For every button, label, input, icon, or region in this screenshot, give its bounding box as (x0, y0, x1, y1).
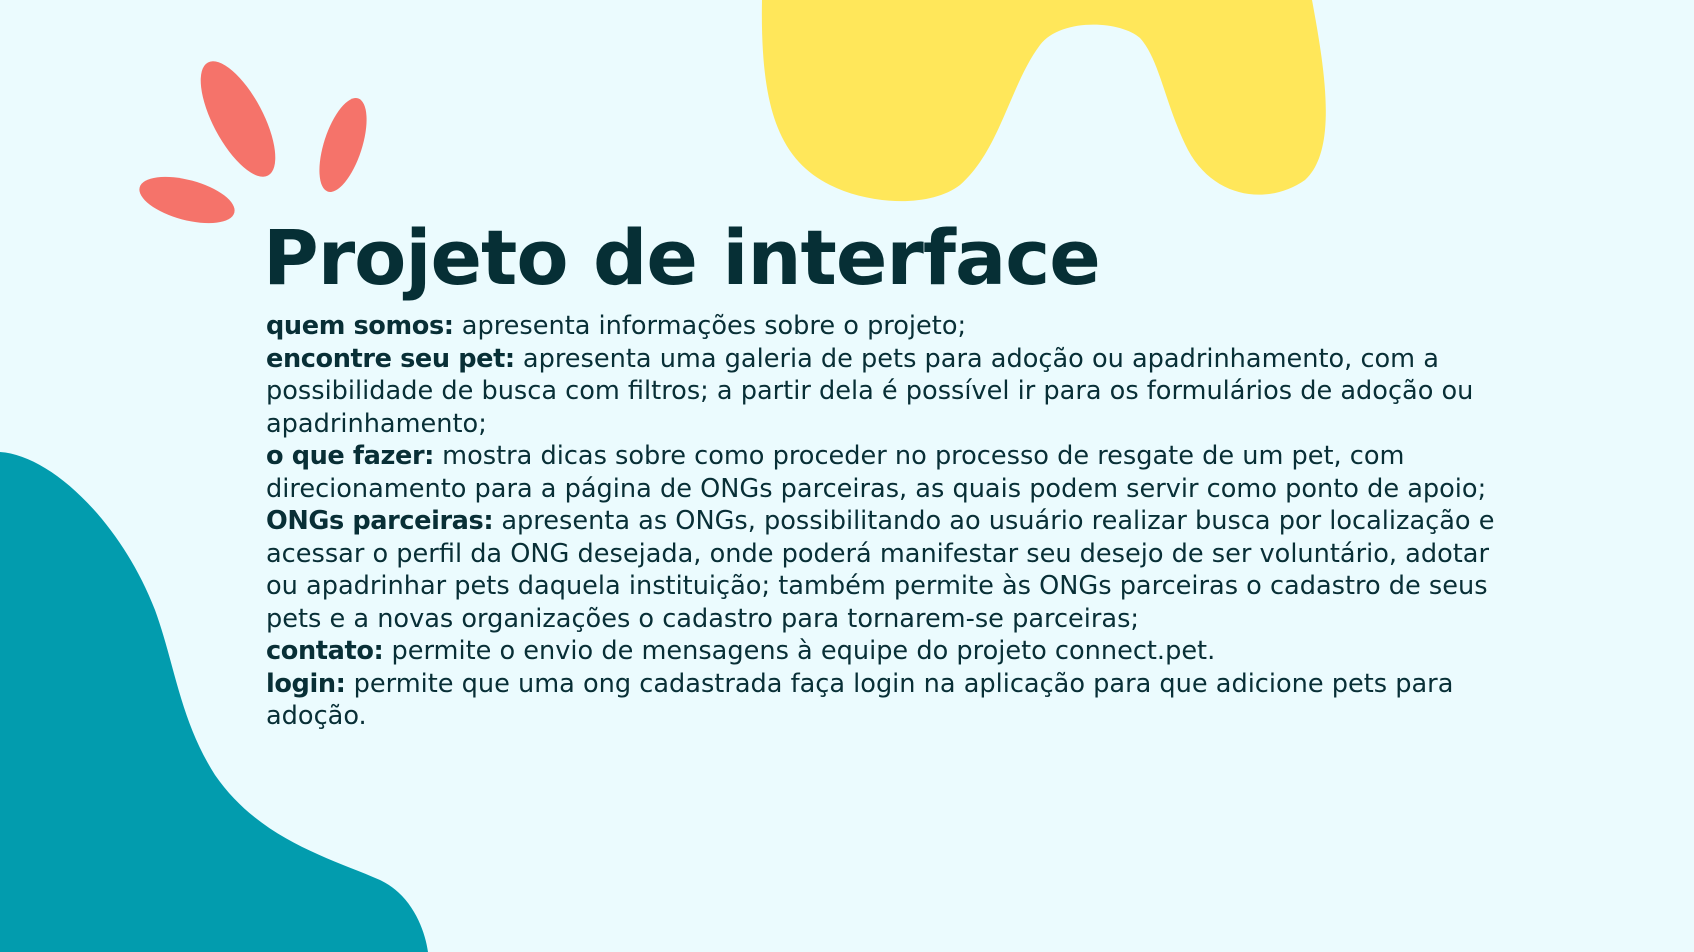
feature-list: quem somos: apresenta informações sobre … (266, 310, 1516, 733)
item-term: contato: (266, 636, 384, 666)
list-item-o-que-fazer: o que fazer: mostra dicas sobre como pro… (266, 440, 1516, 505)
item-term: o que fazer: (266, 441, 435, 471)
item-term: quem somos: (266, 311, 454, 341)
item-term: ONGs parceiras: (266, 506, 494, 536)
list-item-contato: contato: permite o envio de mensagens à … (266, 635, 1516, 668)
slide-title: Projeto de interface (263, 213, 1101, 302)
item-description: permite que uma ong cadastrada faça logi… (266, 668, 1454, 732)
item-term: encontre seu pet: (266, 343, 515, 374)
item-term: login: (266, 668, 346, 699)
list-item-encontre-seu-pet: encontre seu pet: apresenta uma galeria … (266, 343, 1516, 441)
item-description: mostra dicas sobre como proceder no proc… (266, 441, 1487, 504)
list-item-login: login: permite que uma ong cadastrada fa… (266, 668, 1516, 733)
coral-petal-middle (200, 61, 276, 177)
yellow-blob-shape (761, 0, 1326, 202)
list-item-ongs-parceiras: ONGs parceiras: apresenta as ONGs, possi… (266, 505, 1516, 635)
coral-petal-left (139, 176, 235, 224)
item-description: permite o envio de mensagens à equipe do… (391, 636, 1216, 666)
coral-petal-right (319, 98, 367, 192)
list-item-quem-somos: quem somos: apresenta informações sobre … (266, 310, 1516, 343)
item-description: apresenta informações sobre o projeto; (461, 311, 967, 341)
